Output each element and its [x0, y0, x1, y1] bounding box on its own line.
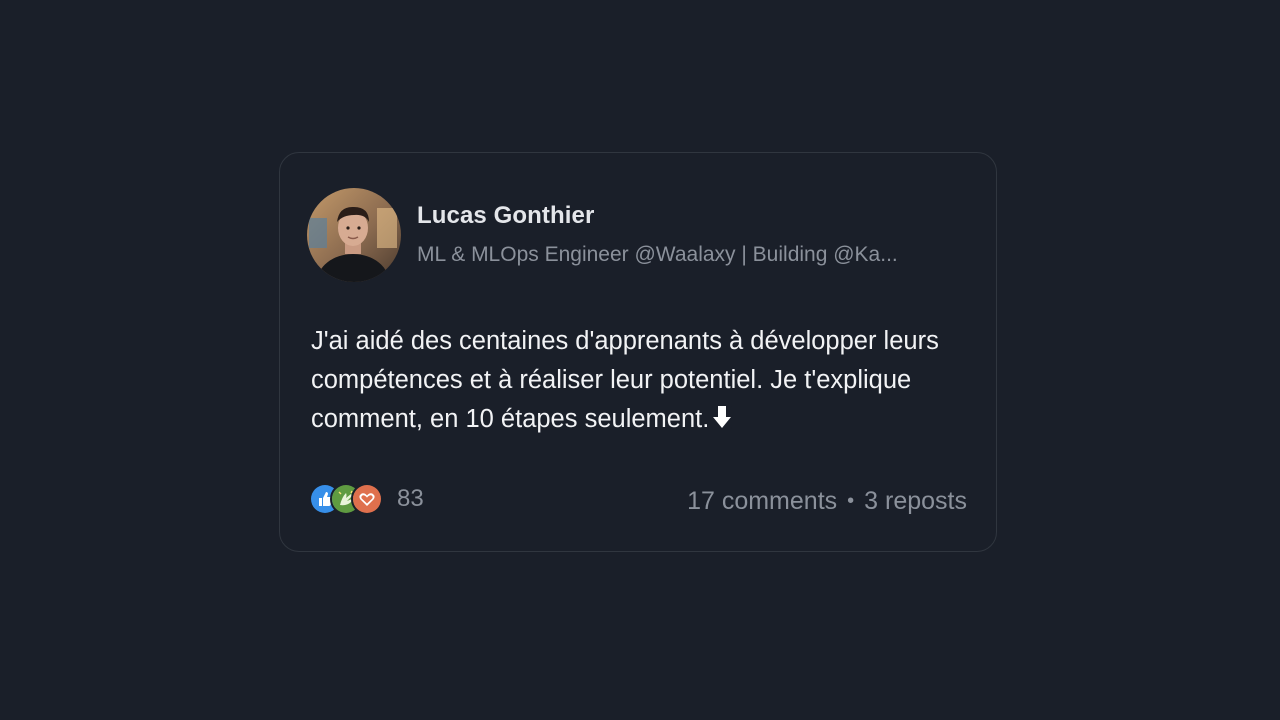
reactions-summary[interactable]: 83	[309, 483, 424, 515]
stats-separator: •	[847, 490, 855, 512]
author-headline: ML & MLOps Engineer @Waalaxy | Building …	[417, 243, 898, 266]
post-body: J'ai aidé des centaines d'apprenants à d…	[311, 322, 971, 439]
reposts-link[interactable]: 3 reposts	[864, 487, 967, 516]
stage: Lucas Gonthier ML & MLOps Engineer @Waal…	[0, 0, 1280, 720]
love-icon	[351, 483, 383, 515]
avatar-image	[307, 188, 401, 282]
comments-link[interactable]: 17 comments	[687, 487, 837, 516]
down-arrow-icon	[711, 403, 733, 430]
post-text: J'ai aidé des centaines d'apprenants à d…	[311, 327, 939, 433]
reactions-count: 83	[397, 485, 424, 512]
post-card[interactable]: Lucas Gonthier ML & MLOps Engineer @Waal…	[279, 152, 997, 552]
avatar[interactable]	[307, 188, 401, 282]
post-stats: 17 comments • 3 reposts	[687, 487, 967, 516]
author-name[interactable]: Lucas Gonthier	[417, 202, 594, 230]
